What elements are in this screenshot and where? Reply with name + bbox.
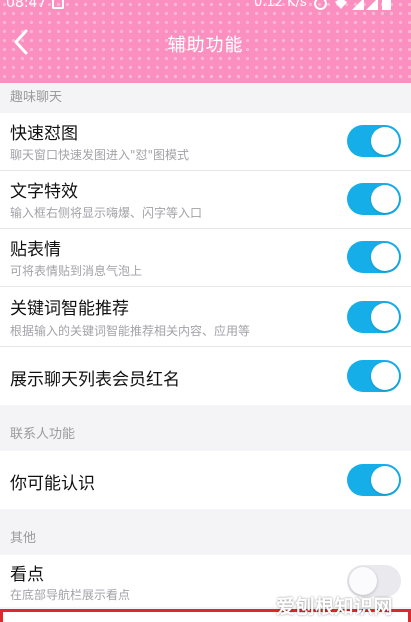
setting-row-keyword-recommend[interactable]: 关键词智能推荐 根据输入的关键词智能推荐相关内容、应用等 [0,287,411,347]
network-speed: 0.12 K/s [254,0,307,10]
setting-title: 快速怼图 [10,124,78,144]
section-header-fun-chat: 趣味聊天 [0,83,411,113]
section-header-other: 其他 [0,524,411,554]
setting-title: 你可能认识 [10,474,95,494]
setting-title: 关键词智能推荐 [10,299,129,319]
toggle-knob [349,567,377,595]
status-bar: 08:47 0.12 K/s [0,0,411,14]
keyword-recommend-toggle[interactable] [347,301,401,333]
settings-screen: 08:47 0.12 K/s 辅助功能 趣味聊天 快速怼图 聊天窗口快速发图进入… [0,0,411,622]
toggle-knob [371,466,399,494]
setting-subtitle: 根据输入的关键词智能推荐相关内容、应用等 [10,324,251,338]
setting-title: 看点 [10,565,44,585]
setting-subtitle: 聊天窗口快速发图进入"怼"图模式 [10,148,190,162]
status-time: 08:47 [6,0,47,11]
setting-row-text-effects[interactable]: 文字特效 输入框右侧将显示嗨爆、闪字等入口 [0,171,411,229]
quick-image-toggle[interactable] [347,125,401,157]
toggle-knob [371,243,399,271]
text-effects-toggle[interactable] [347,183,401,215]
sticker-toggle[interactable] [347,241,401,273]
header: 08:47 0.12 K/s 辅助功能 [0,0,411,83]
setting-subtitle: 可将表情贴到消息气泡上 [10,264,143,278]
toggle-knob [371,185,399,213]
signal-icon [352,0,391,10]
setting-subtitle: 输入框右侧将显示嗨爆、闪字等入口 [10,206,203,220]
vip-red-name-toggle[interactable] [347,360,401,392]
alarm-icon [314,0,327,10]
toggle-knob [371,303,399,331]
setting-row-quick-image[interactable]: 快速怼图 聊天窗口快速发图进入"怼"图模式 [0,113,411,171]
may-know-toggle[interactable] [347,464,401,496]
wifi-icon [335,0,347,9]
section-header-contacts: 联系人功能 [0,420,411,450]
setting-subtitle: 在底部导航栏展示看点 [10,588,131,602]
toggle-knob [371,127,399,155]
toggle-knob [371,362,399,390]
image-notification-icon [52,0,64,9]
setting-row-vip-red-name[interactable]: 展示聊天列表会员红名 [0,347,411,405]
watermark: 爱刨根知识网 [275,596,393,618]
setting-row-sticker[interactable]: 贴表情 可将表情贴到消息气泡上 [0,229,411,287]
title-bar: 辅助功能 [0,14,411,72]
setting-row-may-know[interactable]: 你可能认识 [0,451,411,509]
setting-title: 贴表情 [10,240,61,260]
page-title: 辅助功能 [167,35,244,56]
setting-title: 文字特效 [10,182,78,202]
setting-title: 展示聊天列表会员红名 [10,370,180,390]
